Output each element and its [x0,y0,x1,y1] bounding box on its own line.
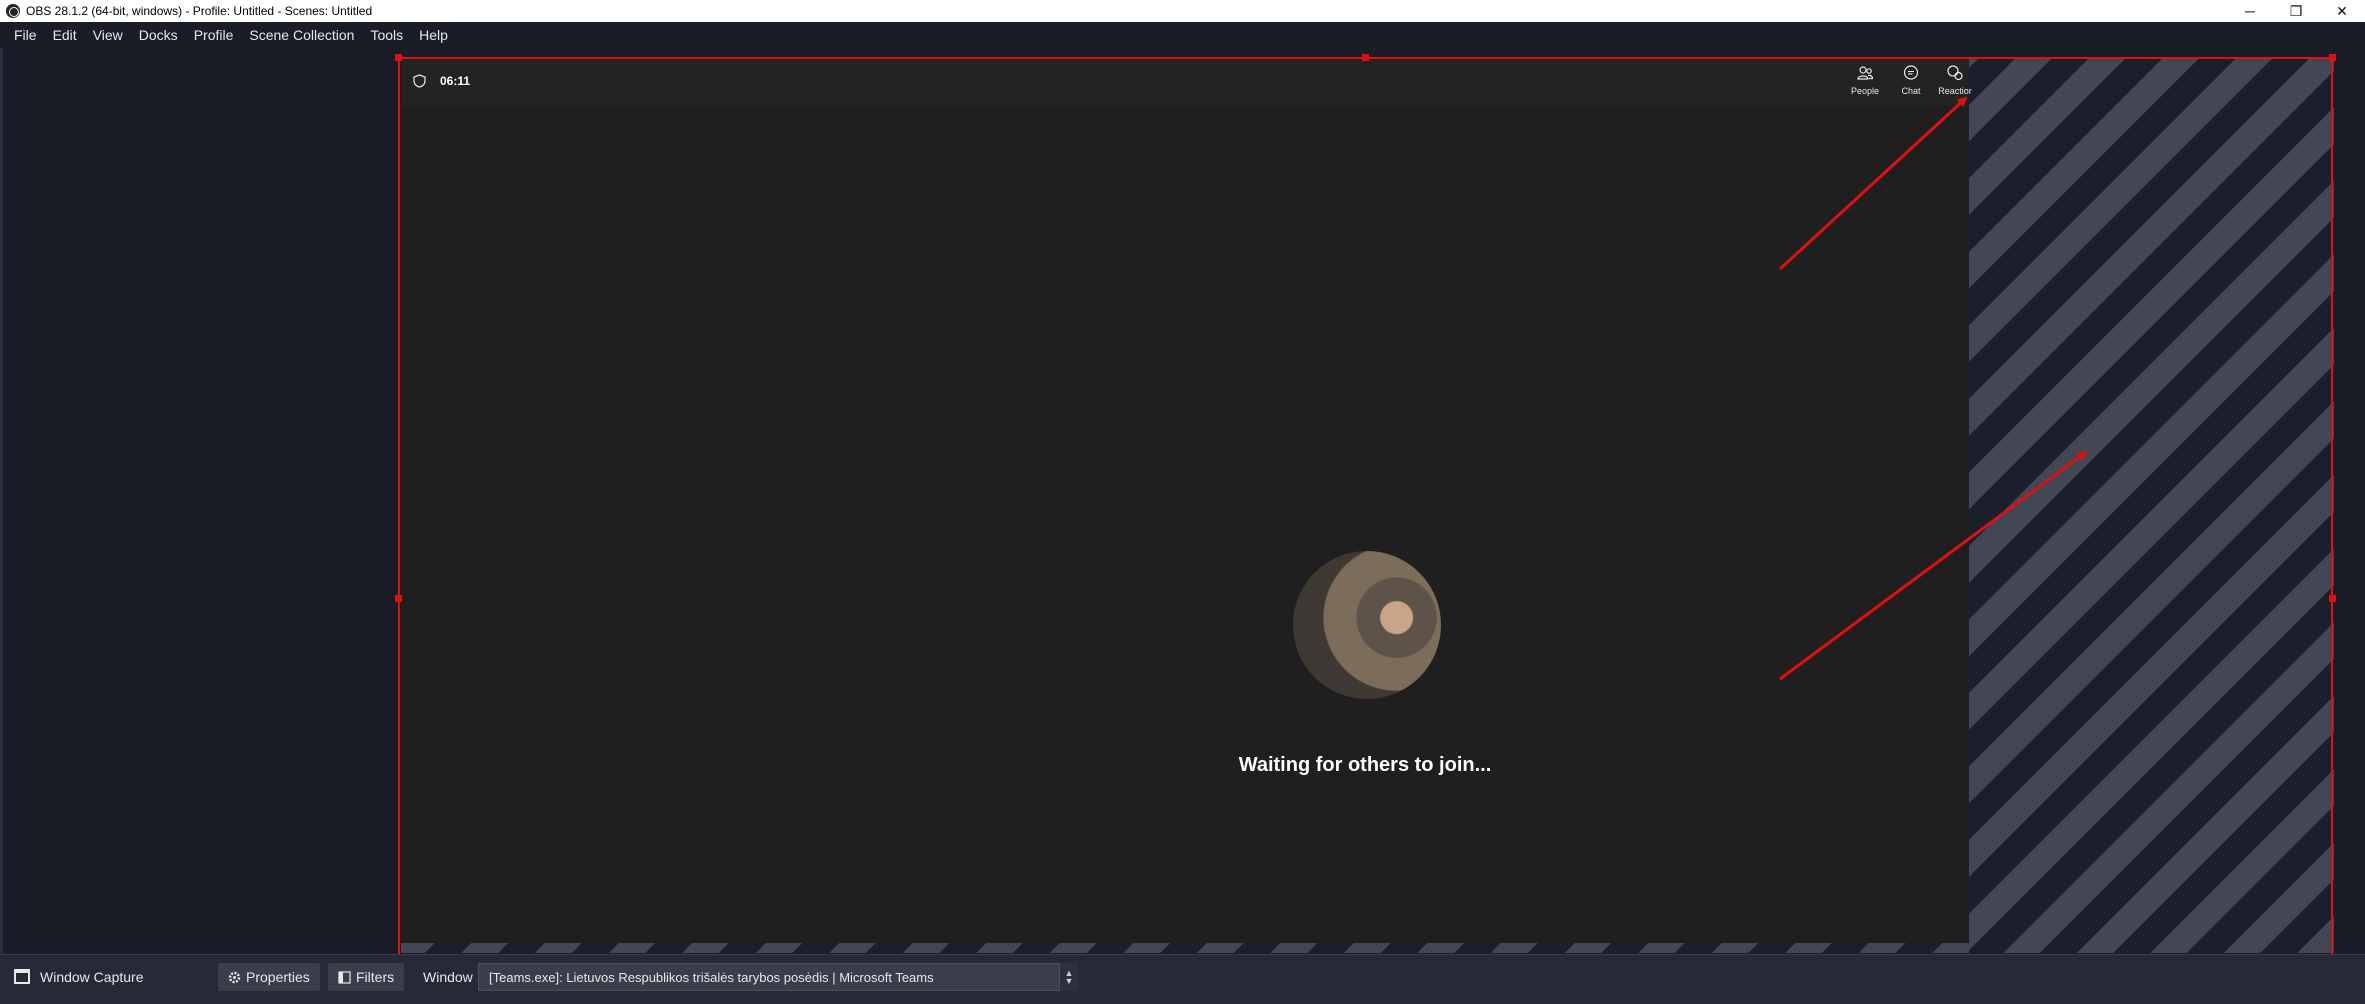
preview-area[interactable]: 06:11 People Chat Reactior Waiting for o… [0,48,2365,954]
properties-button[interactable]: Properties [218,963,320,991]
filters-button[interactable]: Filters [328,963,405,991]
teams-meeting-window: 06:11 People Chat Reactior Waiting for o… [401,58,1972,943]
filters-label: Filters [356,969,395,985]
teams-top-bar: 06:11 People Chat Reactior [401,58,1972,106]
menu-profile[interactable]: Profile [186,23,242,47]
menu-bar: File Edit View Docks Profile Scene Colle… [0,22,2365,48]
empty-canvas-stripes-bottom [401,943,1969,953]
title-bar: OBS 28.1.2 (64-bit, windows) - Profile: … [0,0,2365,22]
meeting-timer: 06:11 [440,74,471,88]
properties-label: Properties [246,969,310,985]
people-label: People [1850,86,1880,96]
obs-logo-icon [6,4,20,18]
resize-handle-top[interactable] [1362,54,1369,61]
window-controls: ─ ❐ ✕ [2227,0,2365,22]
menu-view[interactable]: View [85,23,131,47]
filter-icon [338,970,351,984]
menu-tools[interactable]: Tools [362,23,411,47]
menu-edit[interactable]: Edit [45,23,85,47]
people-button[interactable]: People [1843,64,1887,102]
chat-icon [1903,65,1919,80]
reactions-label: Reactior [1938,86,1972,96]
resize-handle-right[interactable] [2329,595,2336,602]
chat-label: Chat [1901,86,1921,96]
window-select[interactable]: [Teams.exe]: Lietuvos Respublikos trišal… [478,963,1078,991]
people-icon [1857,66,1874,80]
window-capture-icon [14,969,30,984]
restore-button[interactable]: ❐ [2273,0,2319,22]
menu-file[interactable]: File [6,23,45,47]
menu-scene-collection[interactable]: Scene Collection [241,23,362,47]
shield-icon [413,74,426,88]
waiting-message: Waiting for others to join... [1238,754,1492,776]
source-toolbar: Window Capture Properties Filters Window… [0,954,2365,1004]
resize-handle-left[interactable] [395,595,402,602]
menu-docks[interactable]: Docks [131,23,186,47]
participant-avatar [1293,551,1441,699]
gear-icon [228,971,241,984]
reactions-button[interactable]: Reactior [1933,64,1977,102]
minimize-button[interactable]: ─ [2227,0,2273,22]
chat-button[interactable]: Chat [1889,64,1933,102]
select-arrows-icon[interactable]: ▲ ▼ [1059,963,1078,991]
resize-handle-top-right[interactable] [2329,54,2336,61]
menu-help[interactable]: Help [411,23,456,47]
resize-handle-top-left[interactable] [395,54,402,61]
close-button[interactable]: ✕ [2319,0,2365,22]
empty-canvas-stripes [1969,58,2334,953]
window-label: Window [423,969,473,985]
window-capture-preview[interactable]: 06:11 People Chat Reactior Waiting for o… [401,58,2336,953]
window-title: OBS 28.1.2 (64-bit, windows) - Profile: … [26,4,373,18]
reactions-icon [1947,65,1963,81]
source-name: Window Capture [40,969,144,985]
